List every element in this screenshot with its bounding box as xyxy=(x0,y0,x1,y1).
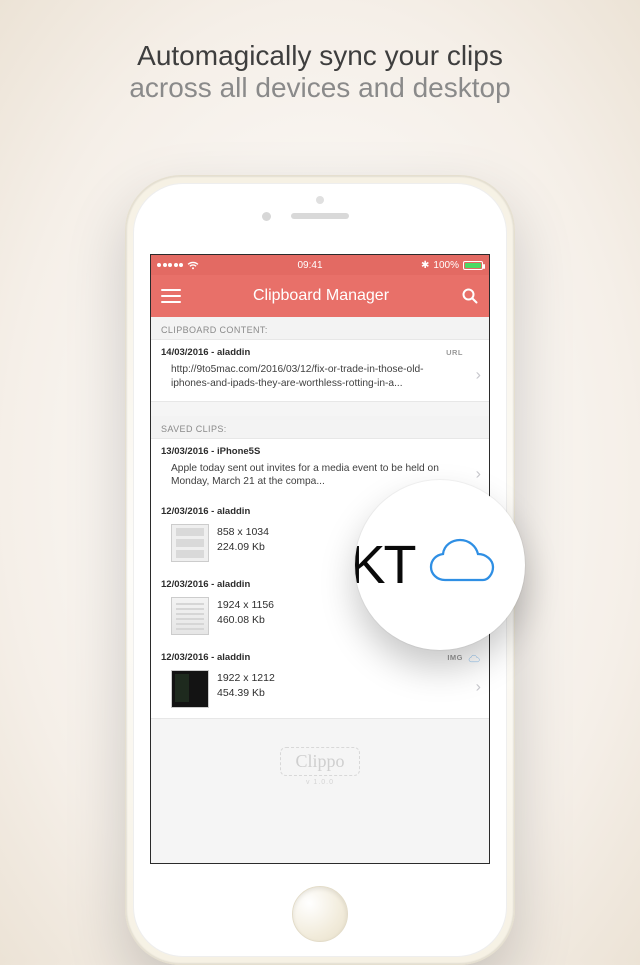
clip-image-info: 858 x 1034224.09 Kb xyxy=(217,522,269,555)
battery-percent: 100% xyxy=(433,260,459,271)
app-footer-logo: Clippo v 1.0.0 xyxy=(151,747,489,786)
status-bar: 09:41 ✱ 100% xyxy=(151,255,489,275)
app-navbar: Clipboard Manager xyxy=(151,275,489,317)
clip-meta: 13/03/2016 - iPhone5S xyxy=(161,446,481,457)
clip-meta: 14/03/2016 - aladdin xyxy=(161,347,481,358)
cloud-sync-icon xyxy=(425,536,503,595)
battery-icon xyxy=(463,261,483,270)
status-time: 09:41 xyxy=(298,260,323,271)
brand-name: Clippo xyxy=(295,751,344,771)
clip-content-text: http://9to5mac.com/2016/03/12/fix-or-tra… xyxy=(161,363,481,391)
clip-type-badge: URL xyxy=(446,348,463,357)
feature-callout: KT xyxy=(355,480,525,650)
signal-strength-icon xyxy=(157,263,183,267)
chevron-right-icon: › xyxy=(476,367,481,385)
phone-home-button[interactable] xyxy=(292,886,348,942)
search-button[interactable] xyxy=(461,287,479,305)
menu-button[interactable] xyxy=(161,289,181,303)
phone-speaker xyxy=(291,213,349,219)
headline-line-2: across all devices and desktop xyxy=(0,72,640,104)
clip-thumbnail xyxy=(171,524,209,562)
clip-thumbnail xyxy=(171,597,209,635)
wifi-icon xyxy=(187,261,199,270)
phone-sensor xyxy=(316,196,324,204)
callout-text-fragment: KT xyxy=(355,534,415,596)
marketing-headline: Automagically sync your clips across all… xyxy=(0,0,640,104)
clip-row-current[interactable]: 14/03/2016 - aladdin URL http://9to5mac.… xyxy=(151,339,489,402)
headline-line-1: Automagically sync your clips xyxy=(0,40,640,72)
clip-thumbnail xyxy=(171,670,209,708)
clip-row[interactable]: 12/03/2016 - aladdinIMG 1922 x 1212454.39… xyxy=(151,645,489,719)
clip-image-info: 1924 x 1156460.08 Kb xyxy=(217,595,274,628)
chevron-right-icon: › xyxy=(476,678,481,696)
bluetooth-icon: ✱ xyxy=(421,260,429,271)
clip-image-info: 1922 x 1212454.39 Kb xyxy=(217,668,275,701)
phone-camera xyxy=(262,212,271,221)
clip-meta: 12/03/2016 - aladdin xyxy=(161,652,481,663)
page-title: Clipboard Manager xyxy=(253,287,389,305)
app-version: v 1.0.0 xyxy=(151,779,489,786)
cloud-synced-icon xyxy=(468,651,481,669)
section-header-saved: SAVED CLIPS: xyxy=(151,416,489,438)
chevron-right-icon: › xyxy=(476,465,481,483)
clip-type-badge: IMG xyxy=(447,653,463,662)
section-header-current: CLIPBOARD CONTENT: xyxy=(151,317,489,339)
